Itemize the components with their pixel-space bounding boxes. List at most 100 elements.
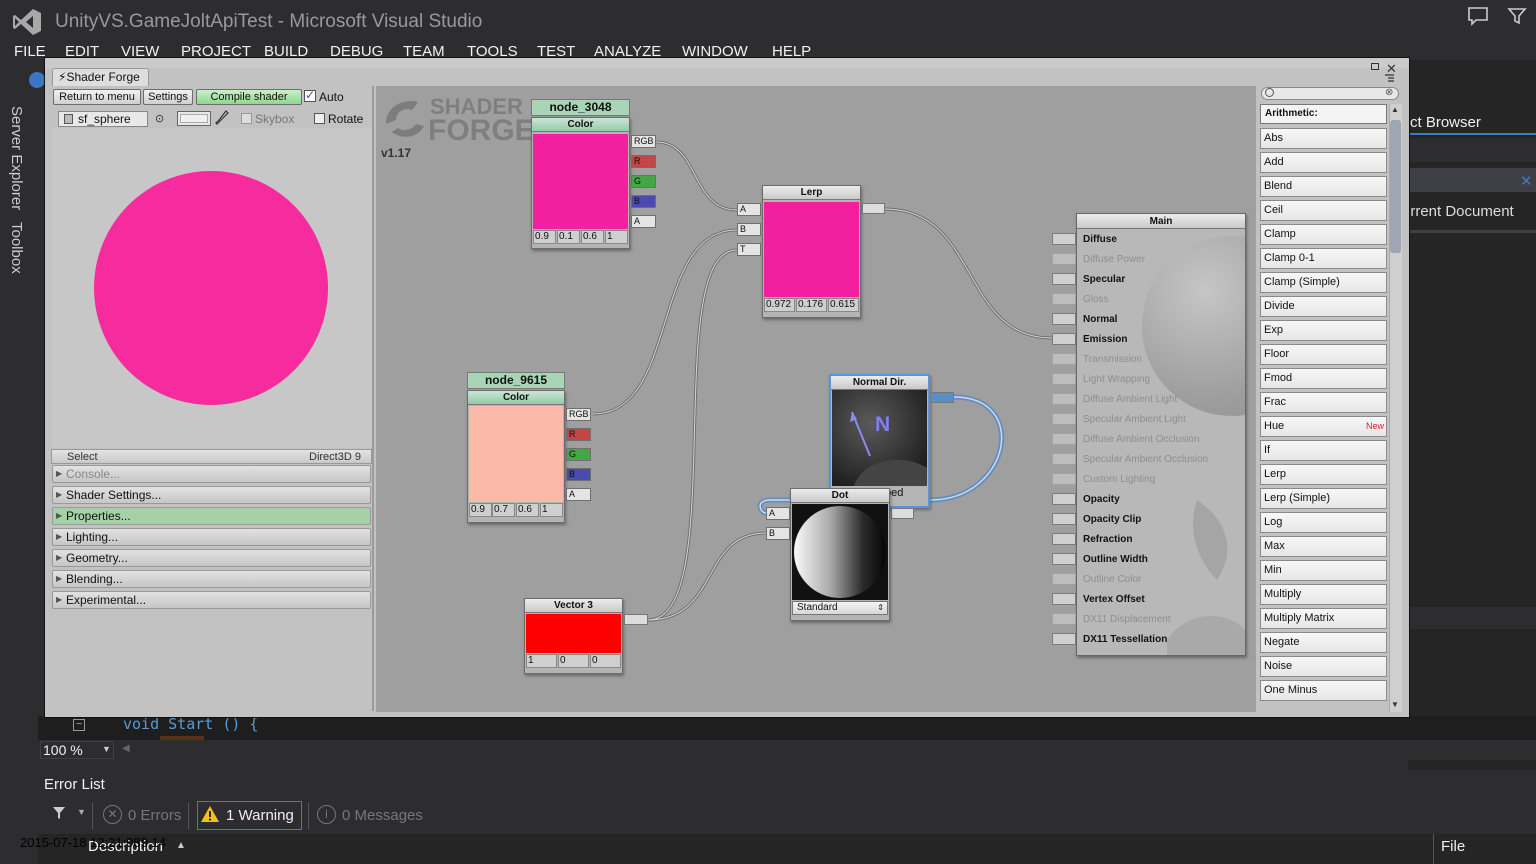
output-port-a[interactable]: A [566, 488, 591, 501]
main-input-port[interactable] [1052, 373, 1076, 385]
output-port-rgb[interactable]: RGB [631, 135, 656, 148]
node-list-item[interactable]: Lerp (Simple) [1260, 488, 1387, 509]
object-picker-icon[interactable]: ⊙ [155, 112, 164, 125]
main-input-port[interactable] [1052, 273, 1076, 285]
main-input-port[interactable] [1052, 593, 1076, 605]
node-3048-name[interactable]: node_3048 [531, 99, 630, 116]
scroll-up-icon[interactable]: ▲ [1391, 105, 1399, 114]
main-input-port[interactable] [1052, 473, 1076, 485]
main-input-port[interactable] [1052, 553, 1076, 565]
output-port-rgb[interactable]: RGB [566, 408, 591, 421]
eyedropper-icon[interactable] [215, 110, 229, 126]
node-list-item[interactable]: Fmod [1260, 368, 1387, 389]
panel-experimental[interactable]: ▶ Experimental... [52, 591, 371, 609]
navigate-back-icon[interactable] [29, 72, 45, 88]
feedback-icon[interactable] [1467, 6, 1489, 26]
output-port-g[interactable]: G [566, 448, 591, 461]
node-list-item[interactable]: Max [1260, 536, 1387, 557]
output-port[interactable] [862, 203, 885, 214]
input-port-b[interactable]: B [766, 527, 790, 540]
color-r-value[interactable]: 0.9 [469, 503, 492, 517]
node-list-item[interactable]: One Minus [1260, 680, 1387, 701]
menu-file[interactable]: FILE [14, 43, 46, 60]
vector3-y-value[interactable]: 0 [558, 654, 589, 668]
filter-icon[interactable] [52, 806, 66, 820]
node-list-item[interactable]: Blend [1260, 176, 1387, 197]
panel-properties[interactable]: ▶ Properties... [52, 507, 371, 525]
main-input-port[interactable] [1052, 573, 1076, 585]
node-list-item[interactable]: Log [1260, 512, 1387, 533]
node-list-item[interactable]: Hue New [1260, 416, 1387, 437]
color-b-value[interactable]: 0.6 [581, 230, 604, 244]
node-9615-name[interactable]: node_9615 [467, 372, 565, 389]
node-list-item[interactable]: Clamp [1260, 224, 1387, 245]
window-menu-icon[interactable] [1382, 74, 1396, 84]
rotate-checkbox[interactable] [314, 113, 325, 124]
color-r-value[interactable]: 0.9 [533, 230, 556, 244]
color-g-value[interactable]: 0.1 [557, 230, 580, 244]
node-list-item[interactable]: Add [1260, 152, 1387, 173]
panel-console[interactable]: ▶ Console... [52, 465, 371, 483]
scroll-left-icon[interactable]: ◀ [122, 743, 130, 754]
output-port-b[interactable]: B [631, 195, 656, 208]
node-search-field[interactable] [1261, 87, 1399, 100]
restore-icon[interactable] [1371, 63, 1379, 70]
main-input-port[interactable] [1052, 613, 1076, 625]
output-port-r[interactable]: R [566, 428, 591, 441]
errors-filter-button[interactable]: 0 Errors [128, 807, 181, 824]
output-port-b[interactable]: B [566, 468, 591, 481]
panel-shader-settings[interactable]: ▶ Shader Settings... [52, 486, 371, 504]
chevron-down-icon[interactable]: ▼ [102, 744, 111, 754]
node-list-item[interactable]: Lerp [1260, 464, 1387, 485]
main-input-port[interactable] [1052, 433, 1076, 445]
category-arithmetic[interactable]: Arithmetic: [1260, 104, 1387, 124]
server-explorer-tab[interactable]: Server Explorer [8, 106, 25, 210]
color-a-value[interactable]: 1 [605, 230, 628, 244]
toolbox-tab[interactable]: Toolbox [8, 222, 25, 274]
output-port-g[interactable]: G [631, 175, 656, 188]
main-input-port[interactable] [1052, 633, 1076, 645]
input-port-a[interactable]: A [766, 507, 790, 520]
main-input-port[interactable] [1052, 453, 1076, 465]
output-port-r[interactable]: R [631, 155, 656, 168]
input-port-t[interactable]: T [737, 243, 761, 256]
file-column-header[interactable]: File [1441, 838, 1465, 855]
compile-shader-button[interactable]: Compile shader [196, 89, 302, 105]
main-input-port[interactable] [1052, 533, 1076, 545]
node-list-item[interactable]: Min [1260, 560, 1387, 581]
panel-lighting[interactable]: ▶ Lighting... [52, 528, 371, 546]
right-panel-search[interactable] [1408, 168, 1536, 192]
main-input-port[interactable] [1052, 393, 1076, 405]
sort-icon[interactable]: ▲ [176, 840, 186, 851]
main-input-port[interactable] [1052, 493, 1076, 505]
node-list-item[interactable]: Noise [1260, 656, 1387, 677]
return-to-menu-button[interactable]: Return to menu [53, 89, 141, 105]
node-list-item[interactable]: Clamp (Simple) [1260, 272, 1387, 293]
node-list-item[interactable]: Clamp 0-1 [1260, 248, 1387, 269]
node-list-item[interactable]: Ceil [1260, 200, 1387, 221]
input-port-b[interactable]: B [737, 223, 761, 236]
object-browser-tab[interactable]: ct Browser [1410, 114, 1481, 131]
node-list-item[interactable]: Abs [1260, 128, 1387, 149]
current-document-label[interactable]: urrent Document [1402, 203, 1514, 220]
main-input-port[interactable] [1052, 353, 1076, 365]
color-g-value[interactable]: 0.7 [492, 503, 515, 517]
vector3-z-value[interactable]: 0 [590, 654, 621, 668]
node-list-item[interactable]: Floor [1260, 344, 1387, 365]
collapse-icon[interactable]: − [73, 719, 85, 731]
color-b-value[interactable]: 0.6 [516, 503, 539, 517]
main-input-port[interactable] [1052, 513, 1076, 525]
scrollbar-thumb[interactable] [1390, 120, 1401, 253]
output-port-a[interactable]: A [631, 215, 656, 228]
settings-button[interactable]: Settings [143, 89, 193, 105]
node-list-item[interactable]: Negate [1260, 632, 1387, 653]
code-editor[interactable] [38, 716, 1536, 740]
node-list-item[interactable]: Exp [1260, 320, 1387, 341]
node-list-item[interactable]: If [1260, 440, 1387, 461]
messages-filter-button[interactable]: 0 Messages [342, 807, 423, 824]
main-input-port[interactable] [1052, 333, 1076, 345]
output-port[interactable] [891, 508, 914, 519]
node-list-item[interactable]: Frac [1260, 392, 1387, 413]
main-input-port[interactable] [1052, 253, 1076, 265]
panel-blending[interactable]: ▶ Blending... [52, 570, 371, 588]
